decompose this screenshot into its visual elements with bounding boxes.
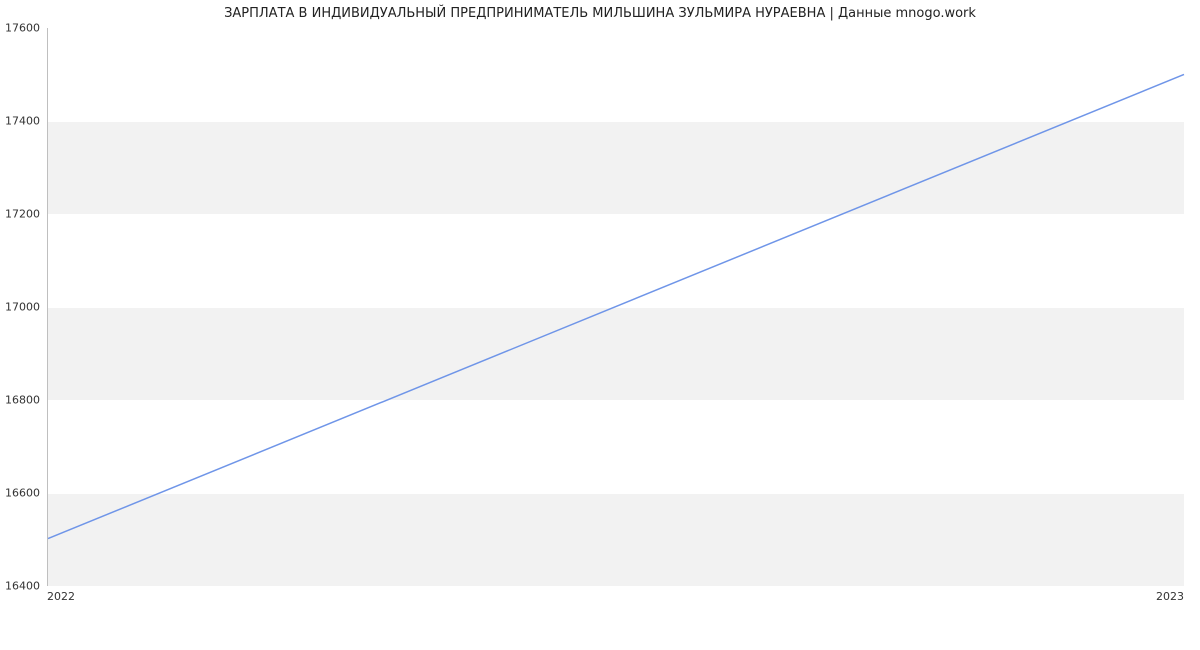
plot-area [47, 28, 1184, 586]
y-tick-label: 17000 [0, 301, 40, 314]
y-tick-label: 16400 [0, 580, 40, 593]
x-tick-label: 2023 [1156, 590, 1184, 603]
chart-title: ЗАРПЛАТА В ИНДИВИДУАЛЬНЫЙ ПРЕДПРИНИМАТЕЛ… [0, 6, 1200, 21]
y-tick-label: 17600 [0, 22, 40, 35]
y-tick-label: 17200 [0, 208, 40, 221]
x-tick-label: 2022 [47, 590, 75, 603]
y-tick-label: 16800 [0, 394, 40, 407]
y-tick-label: 16600 [0, 487, 40, 500]
data-line [48, 74, 1184, 538]
y-tick-label: 17400 [0, 115, 40, 128]
line-series [48, 28, 1184, 585]
chart-container: ЗАРПЛАТА В ИНДИВИДУАЛЬНЫЙ ПРЕДПРИНИМАТЕЛ… [0, 0, 1200, 650]
